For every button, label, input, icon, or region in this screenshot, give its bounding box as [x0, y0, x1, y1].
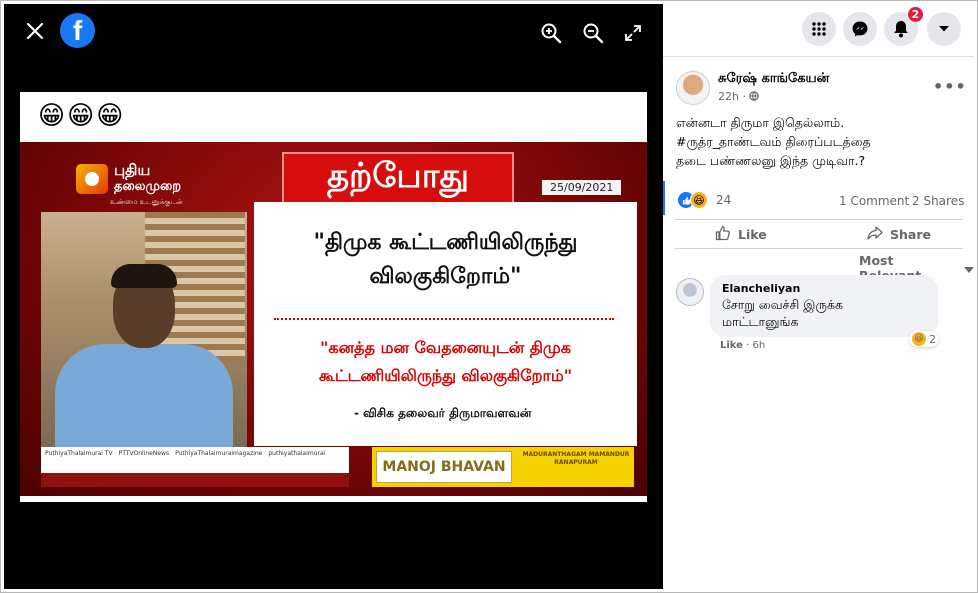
- comment-line: சோறு வைச்சி இருக்க: [722, 297, 843, 312]
- news-date: 25/09/2021: [542, 180, 622, 195]
- account-menu-chevron-icon[interactable]: [927, 12, 961, 46]
- post-meta: 22h ·: [718, 90, 760, 103]
- like-button[interactable]: Like: [715, 223, 767, 245]
- person-shirt: [55, 344, 233, 448]
- comments-count-link[interactable]: 1 Comment: [839, 194, 909, 208]
- commenter-name[interactable]: Elancheliyan: [722, 282, 926, 295]
- menu-grid-icon[interactable]: [802, 12, 836, 46]
- channel-name-2: தலைமுறை: [114, 179, 182, 194]
- post-photo[interactable]: 😁 😁 😁 புதிய தலைமுறை உண்மை உடனுக்குடன் தற…: [20, 92, 647, 502]
- comment-reaction-count: 2: [929, 332, 936, 346]
- author-avatar[interactable]: [676, 71, 710, 105]
- emoji-row: 😁 😁 😁: [38, 98, 123, 134]
- reaction-summary[interactable]: 😆 24: [677, 191, 731, 209]
- post-caption: என்னடா திருமா இதெல்லாம். #ருத்ர_தாண்டவம்…: [676, 113, 966, 170]
- caption-line: #ருத்ர_தாண்டவம் திரைப்படத்தை: [676, 132, 966, 151]
- grin-emoji: 😁: [38, 101, 66, 131]
- share-button[interactable]: Share: [867, 223, 931, 245]
- caption-line: தடை பண்ணலனு இந்த முடிவா.?: [676, 153, 866, 168]
- action-divider-top: [675, 219, 963, 220]
- channel-tagline: உண்மை உடனுக்குடன்: [110, 198, 183, 206]
- channel-emblem-icon: [76, 164, 108, 194]
- caption-line: என்னடா திருமா இதெல்லாம்.: [676, 115, 845, 130]
- globe-icon: [749, 90, 760, 103]
- reaction-count: 24: [716, 193, 732, 207]
- ticker-strip: [41, 473, 349, 487]
- facebook-logo-letter: f: [72, 14, 83, 46]
- ticker-item: PTTVOnlineNews: [118, 450, 170, 457]
- notification-badge: 2: [907, 6, 924, 23]
- sponsor-address: MADURANTHAGAM MAMANDUR RANAPURAM: [522, 451, 630, 466]
- comment-meta: Like · 6h: [720, 340, 765, 351]
- sponsor-ad: MANOJ BHAVAN MADURANTHAGAM MAMANDUR RANA…: [372, 447, 634, 487]
- person-hair: [111, 264, 177, 288]
- comment-bubble: Elancheliyan சோறு வைச்சி இருக்க மாட்டானு…: [710, 275, 938, 337]
- action-divider-bottom: [675, 248, 963, 249]
- ticker-item: PuthiyaThalaimuraimagazine: [175, 450, 263, 457]
- shares-count-link[interactable]: 2 Shares: [912, 194, 964, 208]
- commenter-avatar[interactable]: [676, 278, 704, 306]
- focus-edge: [663, 181, 665, 215]
- dotted-divider: [274, 318, 614, 320]
- close-icon[interactable]: [22, 18, 48, 44]
- post-author[interactable]: சுரேஷ் காங்கேயன்: [718, 71, 829, 87]
- comment-line: மாட்டானுங்க: [722, 314, 799, 329]
- zoom-out-icon[interactable]: [582, 22, 604, 44]
- grin-emoji: 😁: [96, 101, 124, 131]
- main-quote: "திமுக கூட்டணியிலிருந்து விலகுகிறோம்": [313, 230, 578, 289]
- facebook-logo-icon[interactable]: f: [60, 13, 95, 48]
- haha-reaction-icon: 😆: [690, 191, 708, 209]
- sub-quote: "கனத்த மன வேதனையுடன் திமுக கூட்டணியிலிரு…: [318, 338, 573, 385]
- like-label: Like: [738, 226, 767, 242]
- caret-down-icon: [964, 261, 974, 276]
- haha-reaction-icon: 😆: [912, 332, 926, 346]
- photo-viewer: f 😁 😁 😁 புதிய தலைமுறை உண்மை உடனுக்குடன் …: [4, 4, 663, 589]
- more-options-icon[interactable]: •••: [933, 77, 967, 96]
- breaking-banner: தற்போது: [282, 152, 514, 204]
- channel-logo: புதிய தலைமுறை உண்மை உடனுக்குடன்: [76, 160, 206, 206]
- quote-panel: "திமுக கூட்டணியிலிருந்து விலகுகிறோம்" "க…: [254, 202, 637, 446]
- thumbs-up-icon: [715, 225, 731, 244]
- post-time[interactable]: 22h ·: [718, 90, 746, 103]
- social-ticker: PuthiyaThalaimurai TV PTTVOnlineNews Put…: [41, 447, 349, 487]
- grin-emoji: 😁: [67, 101, 95, 131]
- share-arrow-icon: [867, 225, 883, 244]
- news-card: புதிய தலைமுறை உண்மை உடனுக்குடன் தற்போது …: [20, 142, 647, 496]
- zoom-in-icon[interactable]: [540, 22, 562, 44]
- ticker-item: PuthiyaThalaimurai TV: [45, 450, 113, 457]
- header-divider: [663, 56, 974, 57]
- fullscreen-icon[interactable]: [624, 24, 642, 42]
- ticker-item: puthiyathalaimurai: [268, 450, 326, 457]
- caption-text: திரைப்படத்தை: [781, 134, 871, 149]
- messenger-icon[interactable]: [843, 12, 877, 46]
- comment-reactions[interactable]: 😆 2: [909, 331, 939, 347]
- comment-text: சோறு வைச்சி இருக்க மாட்டானுங்க: [722, 296, 926, 330]
- share-label: Share: [890, 226, 931, 242]
- channel-name: புதிய: [114, 161, 151, 179]
- hashtag-link[interactable]: #ருத்ர_தாண்டவம்: [676, 134, 781, 149]
- sponsor-name: MANOJ BHAVAN: [376, 451, 512, 483]
- person-photo: [41, 212, 247, 448]
- comment-like-link[interactable]: Like: [720, 340, 743, 351]
- top-nav: 2: [663, 4, 974, 56]
- quote-signature: - விசிக தலைவர் திருமாவளவன்: [354, 406, 532, 420]
- comment-time[interactable]: · 6h: [746, 340, 765, 351]
